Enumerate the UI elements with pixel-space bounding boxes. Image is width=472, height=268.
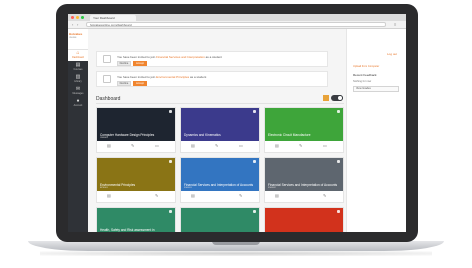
course-title: Environmental Principles xyxy=(100,183,136,187)
chat-icon[interactable]: ✎ xyxy=(323,193,326,198)
brand-logo[interactable]: Hotcakes ONLINE xyxy=(68,29,88,50)
accept-button[interactable]: Accept xyxy=(133,61,147,66)
document-icon[interactable]: ▤ xyxy=(191,193,195,198)
course-title: Dynamics and Kinematics xyxy=(184,133,221,137)
folder-icon[interactable]: ▭ xyxy=(323,143,327,148)
bookmark-icon[interactable] xyxy=(253,160,256,163)
decline-button[interactable]: Decline xyxy=(117,61,131,66)
document-icon[interactable]: ▤ xyxy=(275,193,279,198)
sidebar-item-library[interactable]: ▥ Library xyxy=(68,74,88,85)
address-bar-row: ‹ › hotcakesonline.com/dashboard ≡ xyxy=(68,21,406,29)
menu-icon[interactable]: ≡ xyxy=(394,22,396,27)
chat-icon[interactable]: ✎ xyxy=(215,143,218,148)
card-actions: ▤ ✎ xyxy=(97,190,175,202)
view-grades-button[interactable]: View Grades xyxy=(353,86,399,92)
right-panel: Log out Upload from Computer Recent Feed… xyxy=(346,29,406,232)
course-title: Electronic Circuit Manufacture xyxy=(268,133,311,137)
course-thumbnail xyxy=(181,208,259,232)
card-actions: ▤ ✎ ▭ xyxy=(265,140,343,152)
folder-icon[interactable]: ▭ xyxy=(239,143,243,148)
maximize-window-icon[interactable] xyxy=(81,16,84,19)
bookmark-icon[interactable] xyxy=(337,210,340,213)
toggle-knob xyxy=(337,95,343,101)
sidebar-item-messages[interactable]: ✉ Messages xyxy=(68,86,88,97)
laptop-screen: Your Dashboard ‹ › hotcakesonline.com/da… xyxy=(68,14,406,232)
course-thumbnail xyxy=(265,208,343,232)
grid-view-icon[interactable] xyxy=(323,95,329,101)
card-actions: ▤ ✎ ▭ xyxy=(181,140,259,152)
card-actions: ▤ ✎ xyxy=(181,190,259,202)
invitation-message: You have been invited to join Financial … xyxy=(117,55,222,59)
sidebar-item-courses[interactable]: ▤ Courses xyxy=(68,62,88,73)
sidebar-item-dashboard[interactable]: ⌂ Dashboard xyxy=(68,50,88,61)
sidebar-item-label: Messages xyxy=(72,92,84,95)
divider xyxy=(96,103,344,104)
chat-icon[interactable]: ✎ xyxy=(131,143,134,148)
app-body: Hotcakes ONLINE ⌂ Dashboard ▤ Courses ▥ … xyxy=(68,29,406,232)
close-window-icon[interactable] xyxy=(71,16,74,19)
invitation-course-link[interactable]: Environmental Principles xyxy=(156,75,189,79)
course-card[interactable]: Electronic Circuit Manufacture ▤ ✎ ▭ xyxy=(264,107,344,153)
forward-arrow-icon[interactable]: › xyxy=(77,22,78,27)
course-icon xyxy=(103,55,111,63)
document-icon[interactable]: ▤ xyxy=(275,143,279,148)
back-arrow-icon[interactable]: ‹ xyxy=(72,22,73,27)
course-card[interactable]: Health, Safety and Risk assessment in En… xyxy=(96,207,176,232)
laptop-shadow xyxy=(40,251,432,256)
invitation-course-link[interactable]: Financial Services and Interpretation xyxy=(156,55,205,59)
invitation-notice: You have been invited to join Financial … xyxy=(96,51,328,67)
card-actions: ▤ ✎ ▭ xyxy=(97,140,175,152)
bookmark-icon[interactable] xyxy=(169,160,172,163)
feedback-title: Recent Feedback xyxy=(353,73,377,77)
card-actions: ▤ ✎ xyxy=(265,190,343,202)
course-code: CE0001 xyxy=(100,137,108,139)
chat-icon[interactable]: ✎ xyxy=(299,143,302,148)
course-card[interactable]: Dynamics and Kinematics ▤ ✎ ▭ xyxy=(180,107,260,153)
sidebar-item-label: Dashboard xyxy=(72,56,84,59)
course-icon xyxy=(103,75,111,83)
course-card[interactable]: ICT Software Testing xyxy=(180,207,260,232)
upload-link[interactable]: Upload from Computer xyxy=(353,65,379,68)
sidebar-item-account[interactable]: ● Account xyxy=(68,98,88,109)
bookmark-icon[interactable] xyxy=(253,110,256,113)
invitation-message: You have been invited to join Environmen… xyxy=(117,75,207,79)
sidebar-item-label: Courses xyxy=(73,68,83,71)
course-title: Financial Services and Interpretation of… xyxy=(268,183,338,187)
folder-icon[interactable]: ▭ xyxy=(155,143,159,148)
course-card[interactable]: Financial Services and Interpretation of… xyxy=(180,157,260,203)
minimize-window-icon[interactable] xyxy=(76,16,79,19)
course-code: FS0001 xyxy=(184,187,192,189)
sidebar: Hotcakes ONLINE ⌂ Dashboard ▤ Courses ▥ … xyxy=(68,29,88,232)
course-card[interactable]: Maritime Basic Engineering and Technolog… xyxy=(264,207,344,232)
feedback-empty-text: Nothing for now xyxy=(353,80,372,83)
bookmark-icon[interactable] xyxy=(337,160,340,163)
document-icon[interactable]: ▤ xyxy=(191,143,195,148)
brand-name: Hotcakes xyxy=(69,32,83,36)
document-icon[interactable]: ▤ xyxy=(107,193,111,198)
decline-button[interactable]: Decline xyxy=(117,81,131,86)
course-title: Financial Services and Interpretation of… xyxy=(184,183,254,187)
bookmark-icon[interactable] xyxy=(169,110,172,113)
sidebar-item-label: Account xyxy=(73,104,83,107)
course-card[interactable]: Financial Services and Interpretation of… xyxy=(264,157,344,203)
brand-tagline: ONLINE xyxy=(69,37,77,39)
course-card[interactable]: Computer Hardware Design Principles CE000… xyxy=(96,107,176,153)
chat-icon[interactable]: ✎ xyxy=(155,193,158,198)
course-code: FS0002 xyxy=(268,187,276,189)
course-title: Computer Hardware Design Principles xyxy=(100,133,155,137)
course-title: Health, Safety and Risk assessment in En… xyxy=(100,228,155,232)
logout-link[interactable]: Log out xyxy=(387,53,397,56)
bookmark-icon[interactable] xyxy=(337,110,340,113)
accept-button[interactable]: Accept xyxy=(133,81,147,86)
bookmark-icon[interactable] xyxy=(169,210,172,213)
bookmark-icon[interactable] xyxy=(253,210,256,213)
invitation-notice: You have been invited to join Environmen… xyxy=(96,71,328,87)
chat-icon[interactable]: ✎ xyxy=(239,193,242,198)
address-field[interactable]: hotcakesonline.com/dashboard xyxy=(86,22,386,27)
course-card[interactable]: Environmental Principles EP0001 ▤ ✎ xyxy=(96,157,176,203)
course-code: EP0001 xyxy=(100,187,108,189)
document-icon[interactable]: ▤ xyxy=(107,143,111,148)
sidebar-item-label: Library xyxy=(74,80,82,83)
page-title: Dashboard xyxy=(96,96,121,102)
